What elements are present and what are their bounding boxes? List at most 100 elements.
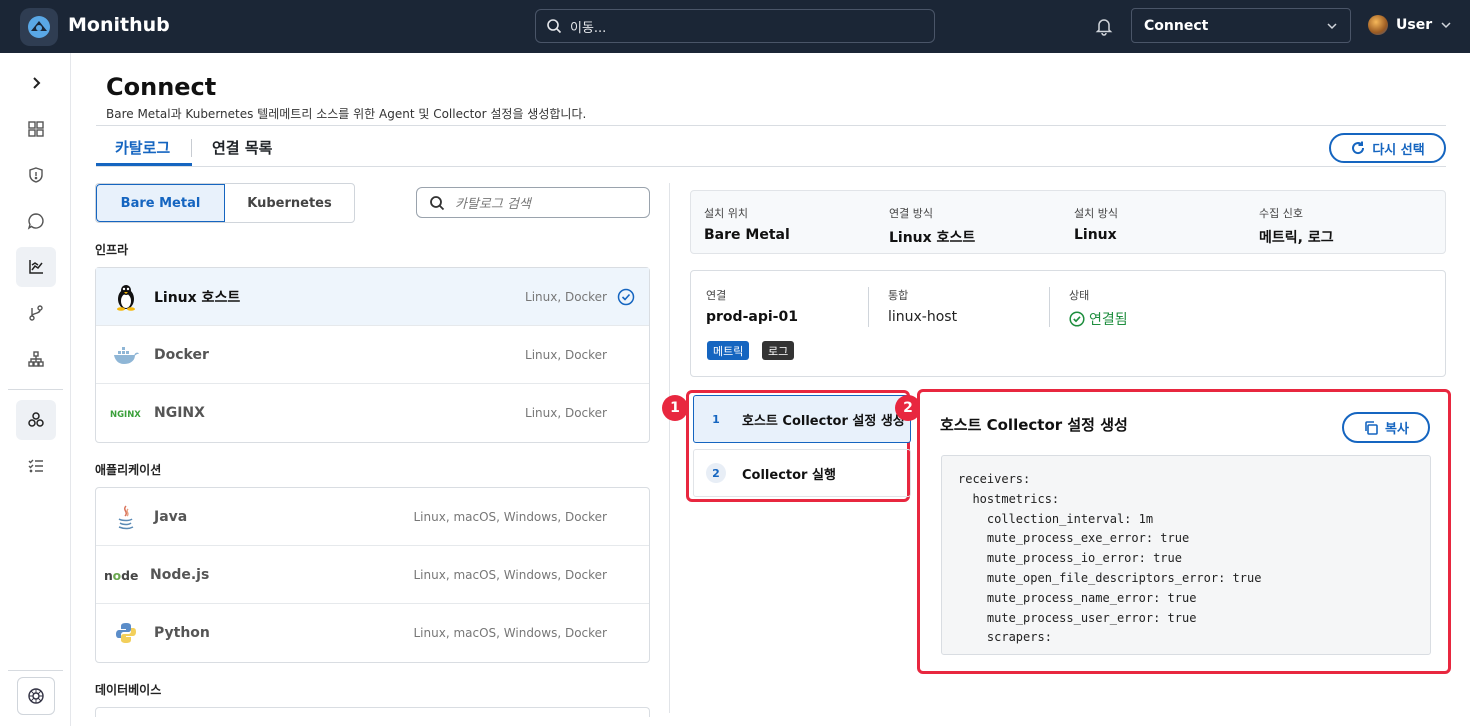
logo-icon[interactable] <box>20 8 58 46</box>
list-item[interactable]: Docker Linux, Docker <box>96 326 649 384</box>
summary-label: 연결 방식 <box>889 207 933 220</box>
catalog-search-placeholder: 카탈로그 검색 <box>455 197 531 212</box>
chevron-down-icon <box>1441 22 1451 29</box>
check-circle-icon <box>617 288 635 306</box>
item-platforms: Linux, macOS, Windows, Docker <box>413 509 607 524</box>
global-search-placeholder: 이동... <box>570 20 607 36</box>
connection-integration: 통합 linux-host <box>888 287 957 325</box>
status-badge: 연결됨 <box>1069 309 1128 329</box>
list-item[interactable]: Linux 호스트 Linux, Docker <box>96 268 649 326</box>
tab-connections[interactable]: 연결 목록 <box>212 137 272 158</box>
list-item[interactable]: Java Linux, macOS, Windows, Docker <box>96 488 649 546</box>
check-circle-icon <box>1069 311 1085 327</box>
platform-segmented-control: Bare Metal Kubernetes <box>95 183 355 223</box>
git-branch-icon[interactable] <box>16 293 56 333</box>
sidebar <box>0 53 71 726</box>
java-icon <box>110 501 142 533</box>
item-platforms: Linux, Docker <box>525 347 607 362</box>
apps-list: Java Linux, macOS, Windows, Docker n o de … <box>95 487 650 663</box>
svg-text:o: o <box>113 568 122 581</box>
chart-icon[interactable] <box>16 247 56 287</box>
list-item[interactable]: n o de Node.js Linux, macOS, Windows, Dock… <box>96 546 649 604</box>
item-platforms: Linux, Docker <box>525 289 607 304</box>
user-menu[interactable]: User <box>1368 15 1452 35</box>
item-platforms: Linux, macOS, Windows, Docker <box>413 567 607 582</box>
docker-icon <box>110 339 142 371</box>
code-line: mute_process_name_error: true <box>958 590 1197 605</box>
item-name: Linux 호스트 <box>154 289 241 306</box>
catalog-search-input[interactable]: 카탈로그 검색 <box>416 187 650 218</box>
infra-list: Linux 호스트 Linux, Docker Docker Linux, Do… <box>95 267 650 443</box>
global-search-input[interactable]: 이동... <box>535 9 935 43</box>
card-divider <box>868 287 869 327</box>
status-value: 연결됨 <box>1089 312 1128 328</box>
column-divider <box>669 183 670 713</box>
config-panel: 호스트 Collector 설정 생성 복사 receivers: hostme… <box>917 389 1451 674</box>
segment-bare-metal[interactable]: Bare Metal <box>96 184 225 222</box>
step-1[interactable]: 1 호스트 Collector 설정 생성 <box>693 395 911 443</box>
code-line: scrapers: <box>958 630 1052 645</box>
steps-list: 1 호스트 Collector 설정 생성 2 Collector 실행 <box>686 390 911 502</box>
step-number: 2 <box>706 463 726 483</box>
chevron-down-icon <box>1327 23 1337 30</box>
top-bar: Monithub 이동... Connect User <box>0 0 1470 53</box>
integrations-icon[interactable] <box>16 400 56 440</box>
copy-button[interactable]: 복사 <box>1342 412 1430 443</box>
chevron-right-icon[interactable] <box>16 63 56 103</box>
summary-method: 연결 방식 Linux 호스트 <box>889 205 975 247</box>
shield-icon[interactable] <box>16 155 56 195</box>
summary-install: 설치 방식 Linux <box>1074 205 1118 243</box>
main-content: Connect Bare Metal과 Kubernetes 텔레메트리 소스를… <box>72 53 1470 726</box>
settings-icon[interactable] <box>17 677 55 715</box>
code-line: receivers: <box>958 472 1031 486</box>
summary-value: Bare Metal <box>704 227 790 243</box>
summary-label: 설치 방식 <box>1074 207 1118 220</box>
tab-separator <box>191 139 192 157</box>
code-line: mute_process_io_error: true <box>958 551 1182 566</box>
reselect-button[interactable]: 다시 선택 <box>1329 133 1446 163</box>
reselect-label: 다시 선택 <box>1372 142 1425 158</box>
summary-value: Linux 호스트 <box>889 230 976 246</box>
code-line: mute_process_user_error: true <box>958 610 1197 625</box>
connection-name: 연결 prod-api-01 <box>706 287 798 325</box>
section-title-infra: 인프라 <box>95 243 129 257</box>
segment-kubernetes[interactable]: Kubernetes <box>225 184 354 222</box>
list-item[interactable]: NGINX NGINX Linux, Docker <box>96 384 649 442</box>
code-line: collection_interval: 1m <box>958 511 1154 526</box>
config-code-block[interactable]: receivers: hostmetrics: collection_inter… <box>941 455 1431 655</box>
card-divider <box>1049 287 1050 327</box>
svg-text:de: de <box>121 568 138 581</box>
checklist-icon[interactable] <box>16 446 56 486</box>
list-item[interactable]: Python Linux, macOS, Windows, Docker <box>96 604 649 662</box>
nodejs-logo-icon: n o de <box>104 559 144 591</box>
summary-signals: 수집 신호 메트릭, 로그 <box>1259 205 1334 247</box>
badge-logs: 로그 <box>762 341 795 360</box>
item-name: Java <box>154 508 188 525</box>
item-platforms: Linux, Docker <box>525 406 607 420</box>
svg-text:n: n <box>104 568 113 581</box>
summary-value: 메트릭, 로그 <box>1259 230 1334 246</box>
code-line: mute_process_exe_error: true <box>958 531 1190 546</box>
tabs-divider <box>96 166 1446 167</box>
summary-label: 수집 신호 <box>1259 207 1303 220</box>
status-label: 상태 <box>1069 289 1090 302</box>
connect-select[interactable]: Connect <box>1131 8 1351 43</box>
hierarchy-icon[interactable] <box>16 339 56 379</box>
page-subtitle: Bare Metal과 Kubernetes 텔레메트리 소스를 위한 Agen… <box>106 107 587 121</box>
item-name: NGINX <box>154 405 205 421</box>
user-label: User <box>1396 17 1433 33</box>
section-title-database: 데이터베이스 <box>95 683 162 697</box>
bell-icon[interactable] <box>1095 16 1113 40</box>
copy-label: 복사 <box>1385 422 1409 437</box>
header-divider <box>96 125 1446 126</box>
summary-label: 설치 위치 <box>704 207 748 220</box>
tab-catalog[interactable]: 카탈로그 <box>115 137 170 158</box>
brand-name: Monithub <box>68 14 170 36</box>
step-2[interactable]: 2 Collector 실행 <box>693 449 911 497</box>
step-number: 1 <box>712 412 720 426</box>
connection-status: 상태 연결됨 <box>1069 287 1128 329</box>
dashboard-icon[interactable] <box>16 109 56 149</box>
copy-icon <box>1365 420 1378 435</box>
item-name: Docker <box>154 346 209 363</box>
chat-icon[interactable] <box>16 201 56 241</box>
